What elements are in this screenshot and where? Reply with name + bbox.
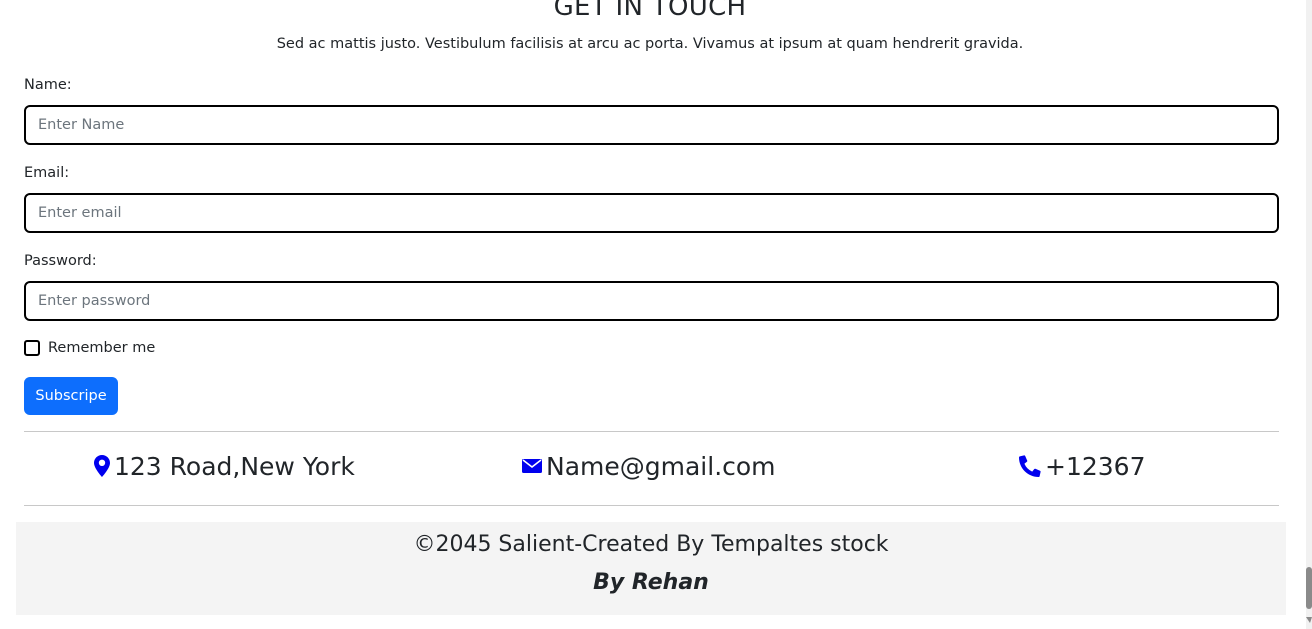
email-label: Email:: [24, 165, 70, 181]
page-subtitle: Sed ac mattis justo. Vestibulum facilisi…: [276, 36, 1024, 52]
contact-email: Name@gmail.com: [522, 448, 776, 484]
subscribe-button[interactable]: Subscripe: [24, 377, 118, 415]
copyright-text: ©2045 Salient-Created By Tempaltes stock: [413, 532, 889, 557]
map-marker-icon: [94, 455, 110, 477]
scrollbar-thumb[interactable]: [1306, 567, 1312, 609]
contact-address-text: 123 Road,New York: [114, 451, 355, 481]
password-input[interactable]: [24, 281, 1279, 321]
scroll-down-arrow-icon[interactable]: [1306, 617, 1312, 623]
divider-top: [24, 431, 1279, 432]
name-label: Name:: [24, 77, 72, 93]
contact-phone: +12367: [1019, 448, 1145, 484]
email-input[interactable]: [24, 193, 1279, 233]
contact-address: 123 Road,New York: [94, 448, 355, 484]
contact-email-text: Name@gmail.com: [546, 451, 776, 481]
contact-phone-text: +12367: [1045, 451, 1146, 481]
phone-icon: [1019, 455, 1041, 477]
remember-me-checkbox[interactable]: [24, 340, 40, 356]
remember-me-row: Remember me: [24, 340, 155, 356]
page-title: GET IN TOUCH: [553, 0, 747, 22]
author-credit: By Rehan: [593, 570, 709, 595]
remember-me-label: Remember me: [48, 340, 156, 356]
footer: ©2045 Salient-Created By Tempaltes stock…: [16, 522, 1286, 615]
name-input[interactable]: [24, 105, 1279, 145]
envelope-icon: [522, 459, 542, 473]
divider-bottom: [24, 505, 1279, 506]
password-label: Password:: [24, 253, 97, 269]
scrollbar[interactable]: [1306, 0, 1312, 629]
